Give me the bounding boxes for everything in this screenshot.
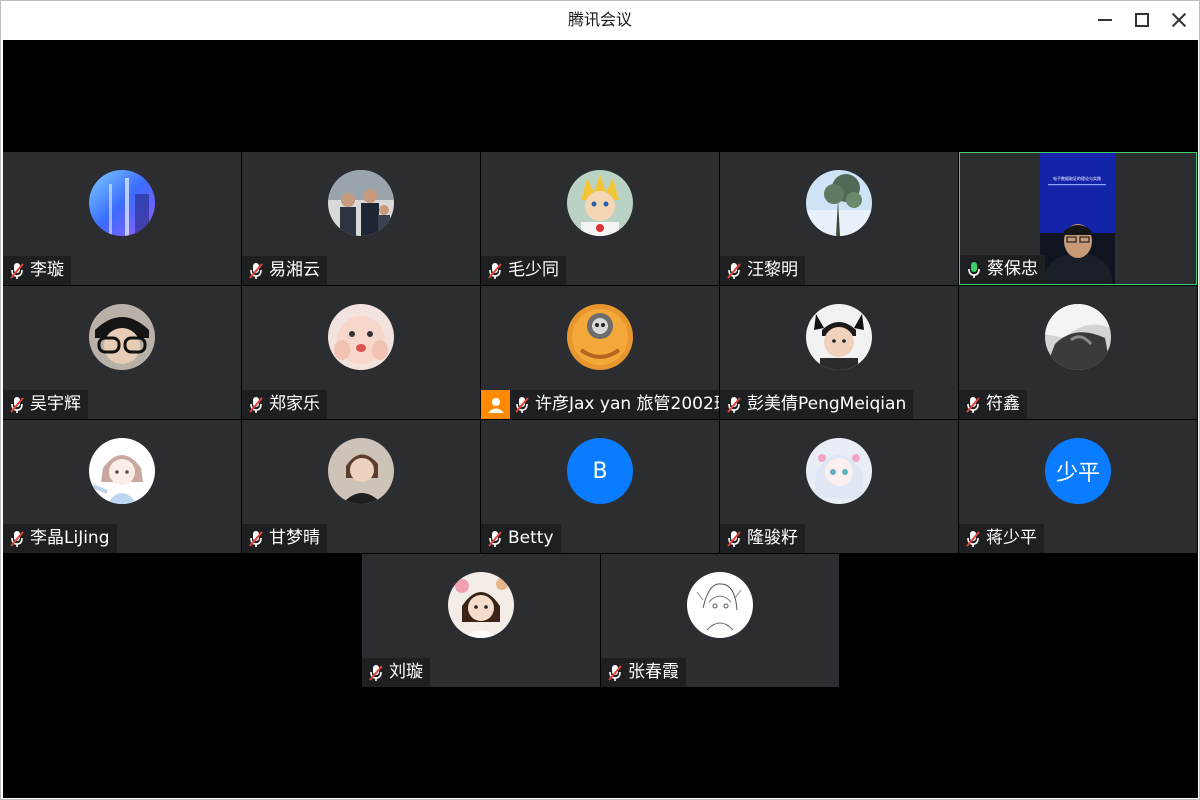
mic-muted-icon[interactable] — [487, 530, 503, 548]
mic-muted-icon[interactable] — [248, 530, 264, 548]
mic-muted-icon[interactable] — [248, 396, 264, 414]
name-bar: 李晶LiJing — [3, 524, 117, 553]
participant-tile[interactable]: 甘梦晴 — [242, 420, 480, 553]
window-title: 腾讯会议 — [567, 10, 632, 29]
avatar — [567, 170, 633, 236]
close-icon — [1172, 13, 1186, 27]
mic-muted-icon[interactable] — [607, 664, 623, 682]
participant-name: 符鑫 — [986, 394, 1020, 414]
participant-tile[interactable]: 吴宇辉 — [3, 286, 241, 419]
minimize-button[interactable] — [1087, 3, 1123, 37]
participant-tile[interactable]: 毛少同 — [481, 152, 719, 285]
name-bar: 甘梦晴 — [242, 524, 327, 553]
avatar — [806, 304, 872, 370]
avatar-letter: B — [567, 438, 633, 504]
participant-name: 汪黎明 — [747, 260, 798, 280]
participant-tile[interactable]: 李璇 — [3, 152, 241, 285]
mic-muted-icon[interactable] — [487, 262, 503, 280]
name-bar: 彭美倩PengMeiqian — [720, 390, 914, 419]
mic-muted-icon[interactable] — [726, 530, 742, 548]
participant-name: 甘梦晴 — [269, 528, 320, 548]
mic-muted-icon[interactable] — [726, 262, 742, 280]
name-bar: 易湘云 — [242, 256, 327, 285]
name-bar: 蔡保忠 — [960, 255, 1045, 284]
name-bar: 许彦Jax yan 旅管2002班 — [481, 390, 719, 419]
mic-muted-icon[interactable] — [726, 396, 742, 414]
meeting-window: 腾讯会议 李璇 易湘云 毛少同 汪黎明 电子数据取证的理论与实践 蔡保忠 吴宇辉… — [0, 0, 1200, 800]
participant-tile[interactable]: 易湘云 — [242, 152, 480, 285]
participant-name: 彭美倩PengMeiqian — [747, 394, 907, 414]
participant-tile[interactable]: 隆骏籽 — [720, 420, 958, 553]
mic-muted-icon[interactable] — [9, 530, 25, 548]
avatar — [89, 304, 155, 370]
participant-name: 隆骏籽 — [747, 528, 798, 548]
participant-name: 吴宇辉 — [30, 394, 81, 414]
participant-name: 毛少同 — [508, 260, 559, 280]
mic-active-icon[interactable] — [966, 261, 982, 279]
participant-tile[interactable]: 郑家乐 — [242, 286, 480, 419]
participant-tile[interactable]: 李晶LiJing — [3, 420, 241, 553]
name-bar: 吴宇辉 — [3, 390, 88, 419]
mic-muted-icon[interactable] — [368, 664, 384, 682]
participant-name: 蔡保忠 — [987, 259, 1038, 279]
name-bar: 汪黎明 — [720, 256, 805, 285]
participant-name: 郑家乐 — [269, 394, 320, 414]
name-bar: 隆骏籽 — [720, 524, 805, 553]
user-badge — [481, 390, 510, 419]
avatar-letter: 少平 — [1045, 438, 1111, 504]
maximize-icon — [1135, 13, 1149, 27]
avatar — [806, 438, 872, 504]
mic-muted-icon[interactable] — [9, 262, 25, 280]
mic-muted-icon[interactable] — [514, 396, 530, 414]
avatar — [328, 438, 394, 504]
participant-name: 许彦Jax yan 旅管2002班 — [535, 394, 719, 414]
avatar — [448, 572, 514, 638]
avatar — [567, 304, 633, 370]
name-bar: 符鑫 — [959, 390, 1027, 419]
close-button[interactable] — [1161, 3, 1197, 37]
slide-title: 电子数据取证的理论与实践 — [1053, 175, 1101, 181]
avatar — [328, 170, 394, 236]
participant-tile[interactable]: 彭美倩PengMeiqian — [720, 286, 958, 419]
name-bar: 郑家乐 — [242, 390, 327, 419]
participant-tile[interactable]: B Betty — [481, 420, 719, 553]
participant-name: 蒋少平 — [986, 528, 1037, 548]
participant-tile[interactable]: 符鑫 — [959, 286, 1197, 419]
participant-name: 张春霞 — [628, 662, 679, 682]
name-bar: 刘璇 — [362, 658, 430, 687]
name-bar: 毛少同 — [481, 256, 566, 285]
avatar — [806, 170, 872, 236]
minimize-icon — [1098, 19, 1112, 21]
mic-muted-icon[interactable] — [248, 262, 264, 280]
participant-tile[interactable]: 许彦Jax yan 旅管2002班 — [481, 286, 719, 419]
participant-name: 刘璇 — [389, 662, 423, 682]
participant-name: Betty — [508, 528, 554, 548]
participant-tile[interactable]: 汪黎明 — [720, 152, 958, 285]
mic-muted-icon[interactable] — [965, 530, 981, 548]
mic-muted-icon[interactable] — [9, 396, 25, 414]
camera-video: 电子数据取证的理论与实践 — [1040, 153, 1115, 284]
participant-tile[interactable]: 刘璇 — [362, 554, 600, 687]
name-bar: 李璇 — [3, 256, 71, 285]
video-grid: 李璇 易湘云 毛少同 汪黎明 电子数据取证的理论与实践 蔡保忠 吴宇辉 郑家乐 … — [3, 40, 1198, 798]
avatar — [687, 572, 753, 638]
participant-tile-active-speaker[interactable]: 电子数据取证的理论与实践 蔡保忠 — [959, 152, 1197, 285]
avatar — [1045, 304, 1111, 370]
participant-name: 李璇 — [30, 260, 64, 280]
avatar — [328, 304, 394, 370]
name-bar: 蒋少平 — [959, 524, 1044, 553]
name-bar: 张春霞 — [601, 658, 686, 687]
avatar — [89, 170, 155, 236]
mic-muted-icon[interactable] — [965, 396, 981, 414]
user-icon — [487, 397, 504, 413]
participant-tile[interactable]: 少平 蒋少平 — [959, 420, 1197, 553]
participant-name: 易湘云 — [269, 260, 320, 280]
name-bar: Betty — [481, 524, 561, 553]
title-bar: 腾讯会议 — [1, 1, 1199, 39]
participant-tile[interactable]: 张春霞 — [601, 554, 839, 687]
maximize-button[interactable] — [1124, 3, 1160, 37]
participant-name: 李晶LiJing — [30, 528, 110, 548]
avatar — [89, 438, 155, 504]
